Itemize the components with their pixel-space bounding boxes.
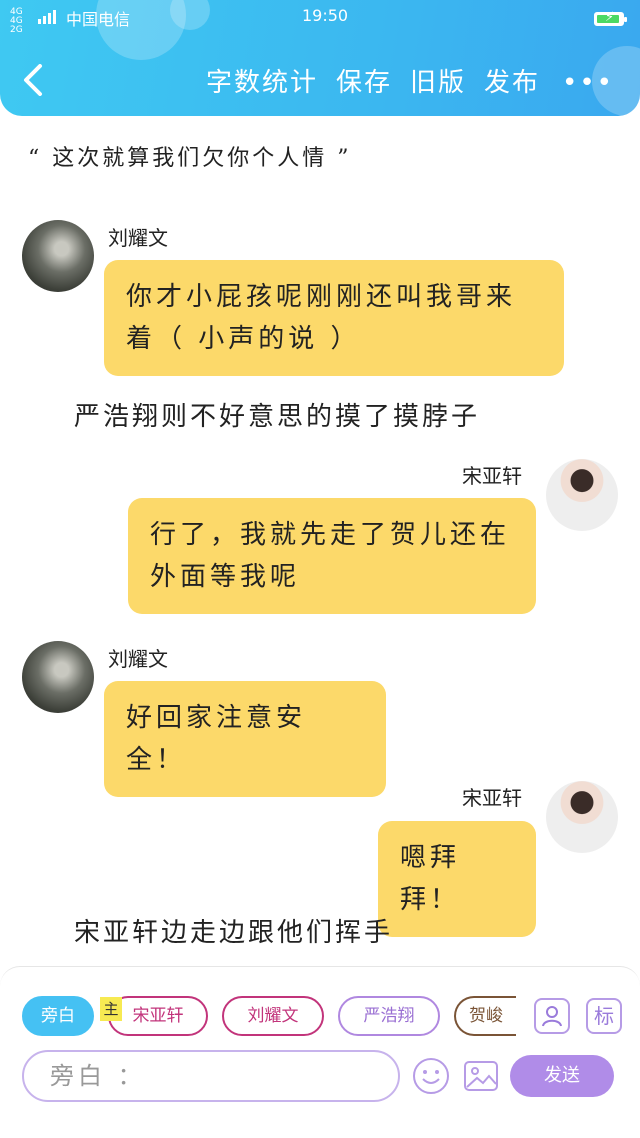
avatar-song-yaxuan[interactable] [546, 459, 618, 531]
clock: 19:50 [302, 6, 349, 25]
role-song-yaxuan-tab[interactable]: 宋亚轩 [108, 996, 208, 1036]
role-yan-haoxiang-tab[interactable]: 严浩翔 [338, 996, 440, 1036]
network-indicator: 4G 4G 2G [10, 7, 23, 35]
chat-bubble-right[interactable]: 行了，我就先走了贺儿还在外面等我呢 [128, 498, 536, 614]
emoji-icon[interactable] [412, 1057, 450, 1095]
old-version-button[interactable]: 旧版 [410, 62, 466, 102]
narration-quote: “ 这次就算我们欠你个人情 ” [28, 146, 352, 171]
chat-bubble-left[interactable]: 你才小屁孩呢刚刚还叫我哥来着（ 小声的说 ） [104, 260, 564, 376]
carrier-name: 中国电信 [66, 10, 131, 29]
narration-line: 严浩翔则不好意思的摸了摸脖子 [74, 402, 481, 432]
role-narrator-tab[interactable]: 旁白 [22, 996, 94, 1036]
add-role-icon[interactable] [534, 998, 570, 1034]
word-count-button[interactable]: 字数统计 [206, 62, 318, 102]
image-icon[interactable] [462, 1057, 500, 1095]
publish-button[interactable]: 发布 [484, 62, 540, 102]
battery-icon: ⚡ [594, 10, 627, 26]
role-he-junlin-tab[interactable]: 贺峻 [454, 996, 516, 1036]
send-button[interactable]: 发送 [510, 1055, 614, 1097]
save-button[interactable]: 保存 [336, 62, 392, 102]
speaker-name: 刘耀文 [108, 647, 168, 671]
narration-line: 宋亚轩边走边跟他们挥手 [74, 918, 394, 948]
main-role-badge: 主 [100, 997, 122, 1021]
avatar-song-yaxuan[interactable] [546, 781, 618, 853]
tag-button[interactable]: 标 [586, 998, 622, 1034]
avatar-liu-yaowen[interactable] [22, 641, 94, 713]
chat-bubble-right[interactable]: 嗯拜拜！ [378, 821, 536, 937]
charging-icon: ⚡ [605, 10, 615, 25]
speaker-name: 刘耀文 [108, 226, 168, 250]
back-arrow-icon[interactable] [22, 64, 46, 96]
more-options-icon[interactable]: ••• [562, 68, 614, 98]
speaker-name: 宋亚轩 [462, 786, 522, 810]
message-input[interactable]: 旁白 ： [22, 1050, 400, 1102]
avatar-liu-yaowen[interactable] [22, 220, 94, 292]
top-bar: 4G 4G 2G 中国电信 19:50 ⚡ 字数统计 保存 旧版 发布 ••• [0, 0, 640, 116]
status-bar: 4G 4G 2G 中国电信 19:50 ⚡ [0, 4, 640, 35]
person-icon [542, 1006, 562, 1027]
speaker-name: 宋亚轩 [462, 464, 522, 488]
chat-bubble-left[interactable]: 好回家注意安全！ [104, 681, 386, 797]
signal-icon [38, 8, 60, 24]
role-liu-yaowen-tab[interactable]: 刘耀文 [222, 996, 324, 1036]
